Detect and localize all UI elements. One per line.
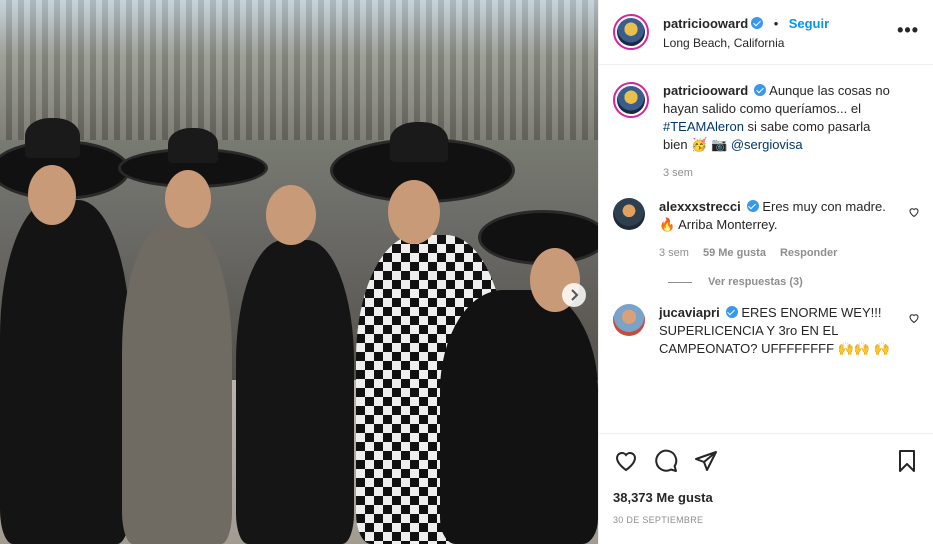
verified-icon (746, 200, 759, 212)
post-location[interactable]: Long Beach, California (663, 36, 829, 50)
author-username[interactable]: patriciooward (663, 16, 748, 31)
likes-count[interactable]: 38,373 Me gusta (613, 490, 920, 505)
caption-time[interactable]: 3 sem (663, 164, 693, 182)
post-header: patriciooward • Seguir Long Beach, Calif… (599, 0, 933, 65)
comment-item: alexxxstrecci Eres muy con madre. 🔥 Arri… (613, 198, 920, 262)
post-date[interactable]: 30 DE SEPTIEMBRE (613, 515, 920, 525)
person-head-2 (165, 170, 211, 228)
post-side-panel: patriciooward • Seguir Long Beach, Calif… (598, 0, 933, 544)
view-replies-label: Ver respuestas (3) (708, 276, 803, 288)
verified-icon (725, 306, 738, 318)
comment-like-heart-icon[interactable] (908, 206, 920, 221)
caption-emojis: 🥳 📷 (691, 137, 728, 152)
comment-like-heart-icon[interactable] (908, 312, 920, 327)
verified-icon (754, 84, 767, 96)
separator-dot: • (773, 15, 779, 31)
sombrero-crown-2 (168, 128, 218, 163)
comments-list: patriciooward Aunque las cosas no hayan … (599, 66, 933, 432)
view-replies-button[interactable]: Ver respuestas (3) (668, 276, 920, 288)
bookmark-icon[interactable] (894, 448, 920, 474)
caption-username[interactable]: patriciooward (663, 83, 748, 98)
person-5 (440, 290, 598, 544)
person-1 (0, 200, 130, 544)
commenter-avatar[interactable] (613, 304, 645, 336)
verified-icon (751, 16, 764, 29)
comment-likes[interactable]: 59 Me gusta (703, 244, 766, 262)
reply-button[interactable]: Responder (780, 244, 837, 262)
comment-item: jucaviapri ERES ENORME WEY!!! SUPERLICEN… (613, 304, 920, 358)
mention-link[interactable]: @sergiovisa (731, 137, 803, 152)
comment-username[interactable]: alexxxstrecci (659, 199, 741, 214)
comment-icon[interactable] (653, 448, 679, 474)
person-head-1 (28, 165, 76, 225)
follow-button[interactable]: Seguir (789, 16, 829, 31)
chevron-right-icon[interactable] (562, 283, 586, 307)
person-2 (122, 225, 232, 544)
post-actions: 38,373 Me gusta 30 DE SEPTIEMBRE (599, 433, 933, 525)
share-icon[interactable] (693, 448, 719, 474)
caption-avatar[interactable] (613, 82, 649, 118)
more-options-icon[interactable]: ••• (897, 20, 919, 41)
comment-time[interactable]: 3 sem (659, 244, 689, 262)
hashtag-link[interactable]: #TEAMAleron (663, 119, 744, 134)
person-head-4 (388, 180, 440, 244)
replies-divider (668, 281, 692, 283)
crowd-background (0, 0, 598, 140)
post-photo[interactable] (0, 0, 598, 544)
person-3-driver (236, 240, 354, 544)
author-avatar[interactable] (613, 14, 649, 50)
commenter-avatar[interactable] (613, 198, 645, 230)
heart-icon[interactable] (613, 448, 639, 474)
comment-username[interactable]: jucaviapri (659, 305, 720, 320)
sombrero-crown-4 (390, 122, 448, 162)
caption: patriciooward Aunque las cosas no hayan … (613, 82, 920, 182)
person-head-3 (266, 185, 316, 245)
sombrero-crown-1 (25, 118, 80, 158)
